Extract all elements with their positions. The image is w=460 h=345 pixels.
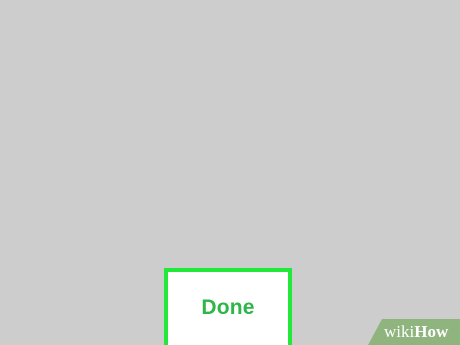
- watermark-how: How: [414, 322, 449, 341]
- wikihow-watermark: wikiHow: [368, 319, 460, 345]
- screen: Done wikiHow: [0, 0, 460, 345]
- watermark-wiki: wiki: [384, 322, 415, 341]
- done-button[interactable]: Done: [164, 268, 292, 345]
- watermark-logo: wikiHow: [384, 322, 448, 342]
- done-button-label: Done: [201, 296, 255, 319]
